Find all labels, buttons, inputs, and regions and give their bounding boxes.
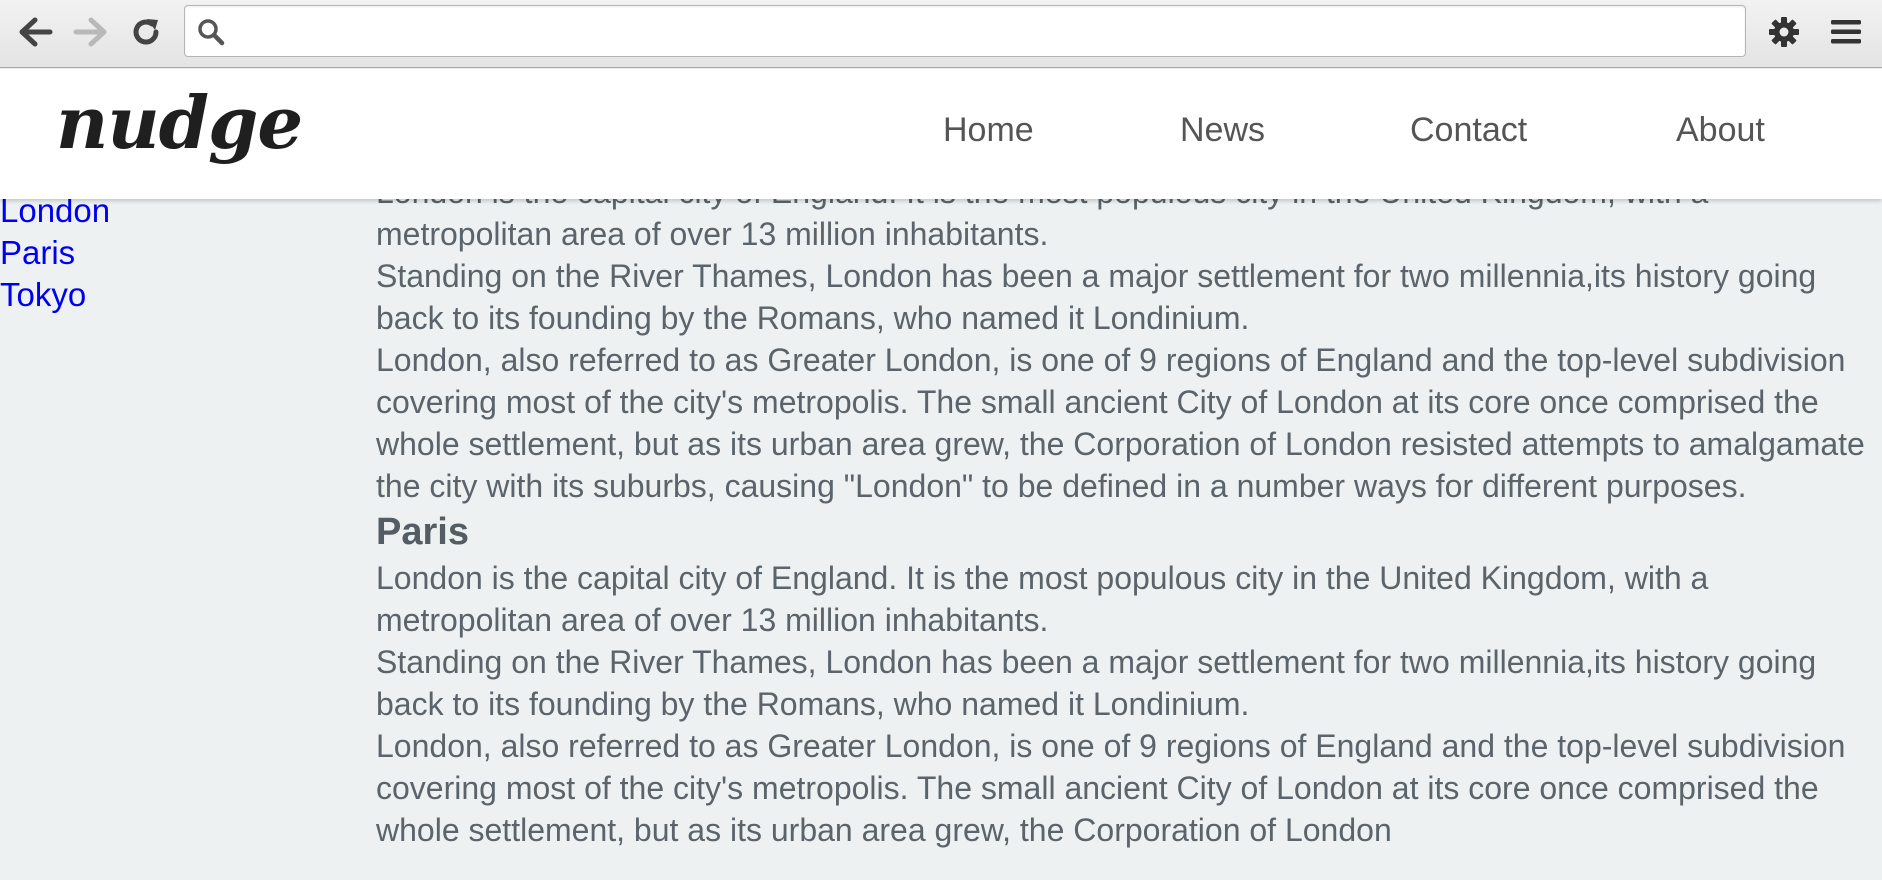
forward-button[interactable] [68,10,112,54]
browser-toolbar [0,0,1882,68]
paragraph-3: London, also referred to as Greater Lond… [376,342,1865,504]
arrow-left-icon [19,17,53,47]
back-button[interactable] [14,10,58,54]
paris-paragraph-3: London, also referred to as Greater Lond… [376,728,1846,848]
section-title-paris: Paris [376,511,469,553]
site-logo[interactable]: nudge [56,87,303,159]
reload-button[interactable] [124,10,168,54]
paris-paragraph-2: Standing on the River Thames, London has… [376,644,1817,722]
paragraph-1-end: metropolitan area of over 13 million inh… [376,216,1049,252]
sidebar-link-paris[interactable]: Paris [0,232,300,274]
hamburger-menu-icon [1831,20,1861,44]
menu-button[interactable] [1824,10,1868,54]
arrow-right-icon [73,17,107,47]
paris-paragraph-1: London is the capital city of England. I… [376,560,1709,638]
main-content: London is the capital city of England. I… [376,171,1882,851]
nav-home[interactable]: Home [943,113,1034,147]
nav-news[interactable]: News [1180,113,1265,147]
nav-about[interactable]: About [1676,113,1765,147]
address-input[interactable] [235,6,1735,56]
site-header: nudge Home News Contact About [0,69,1882,199]
paragraph-2: Standing on the River Thames, London has… [376,258,1817,336]
sidebar-nav: London Paris Tokyo [0,190,300,316]
search-icon [198,19,225,46]
reload-icon [133,19,159,45]
nav-contact[interactable]: Contact [1410,113,1527,147]
address-bar[interactable] [184,5,1746,57]
settings-button[interactable] [1762,10,1806,54]
gear-icon [1769,17,1799,47]
sidebar-link-tokyo[interactable]: Tokyo [0,274,300,316]
